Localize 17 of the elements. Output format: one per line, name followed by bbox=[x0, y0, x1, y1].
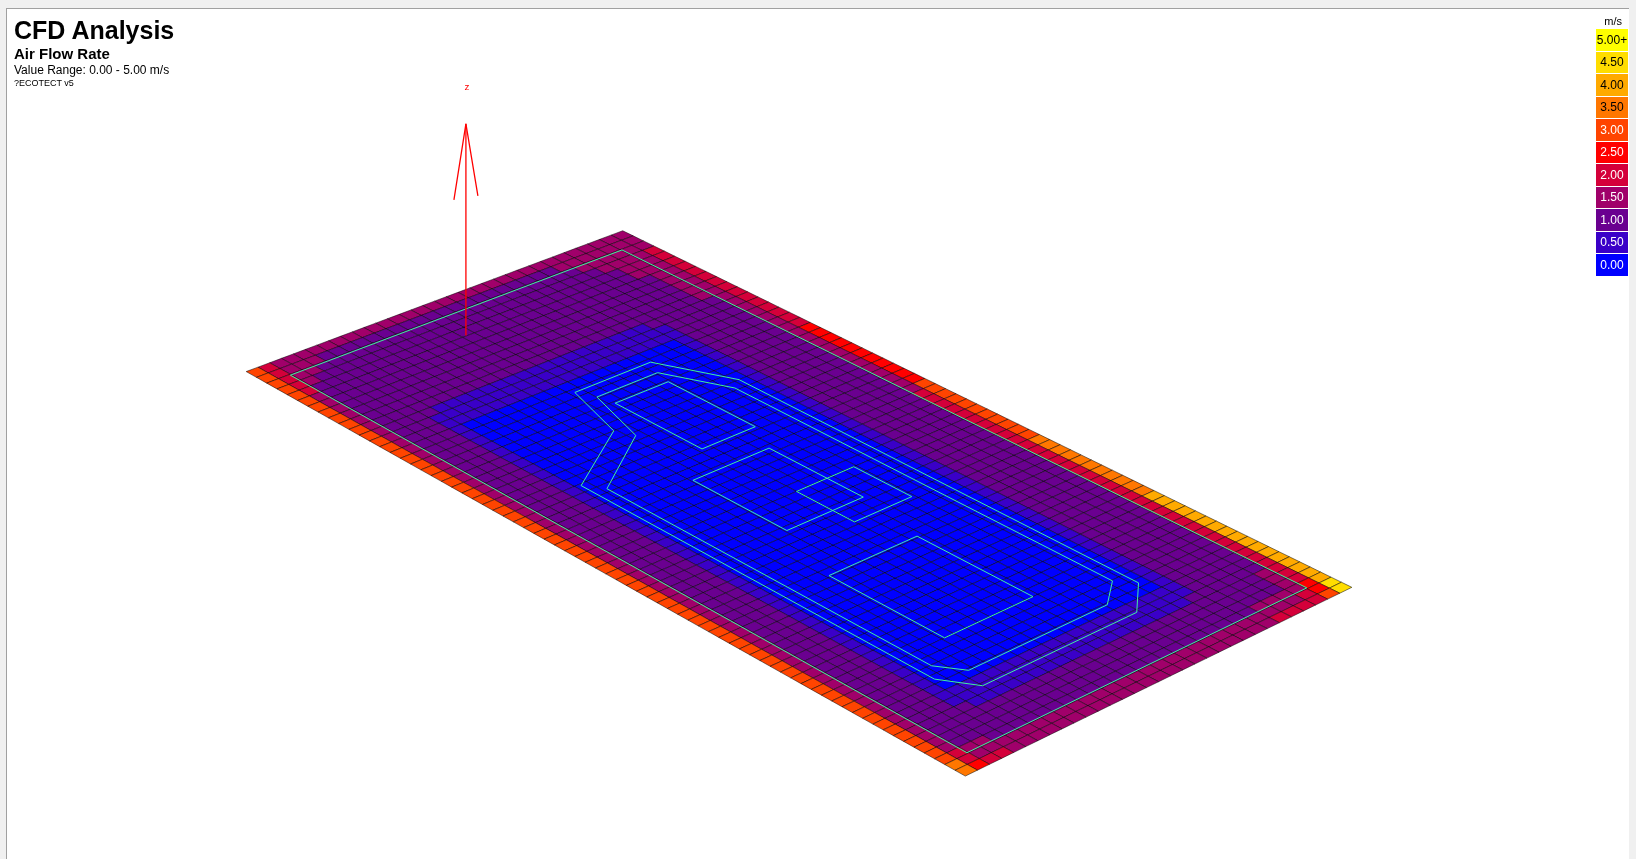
legend-swatch: 0.50 bbox=[1596, 231, 1628, 254]
legend-swatch: 0.00 bbox=[1596, 254, 1628, 277]
chart-title: CFD Analysis bbox=[14, 15, 175, 45]
legend-unit: m/s bbox=[1604, 14, 1622, 29]
legend-swatch: 1.50 bbox=[1596, 186, 1628, 209]
legend-swatch: 1.00 bbox=[1596, 209, 1628, 232]
chart-subtitle: Air Flow Rate bbox=[14, 45, 111, 63]
legend-swatch: 4.00 bbox=[1596, 74, 1628, 97]
credit-text: ?ECOTECT v5 bbox=[14, 78, 75, 89]
legend-swatch: 4.50 bbox=[1596, 51, 1628, 74]
legend-swatch: 2.00 bbox=[1596, 164, 1628, 187]
legend-swatch: 2.50 bbox=[1596, 141, 1628, 164]
value-range-text: Value Range: 0.00 - 5.00 m/s bbox=[14, 63, 171, 78]
legend-swatch: 3.50 bbox=[1596, 96, 1628, 119]
legend-swatch: 5.00+ bbox=[1596, 29, 1628, 52]
axis-label: z bbox=[464, 80, 470, 92]
legend-swatch: 3.00 bbox=[1596, 119, 1628, 142]
